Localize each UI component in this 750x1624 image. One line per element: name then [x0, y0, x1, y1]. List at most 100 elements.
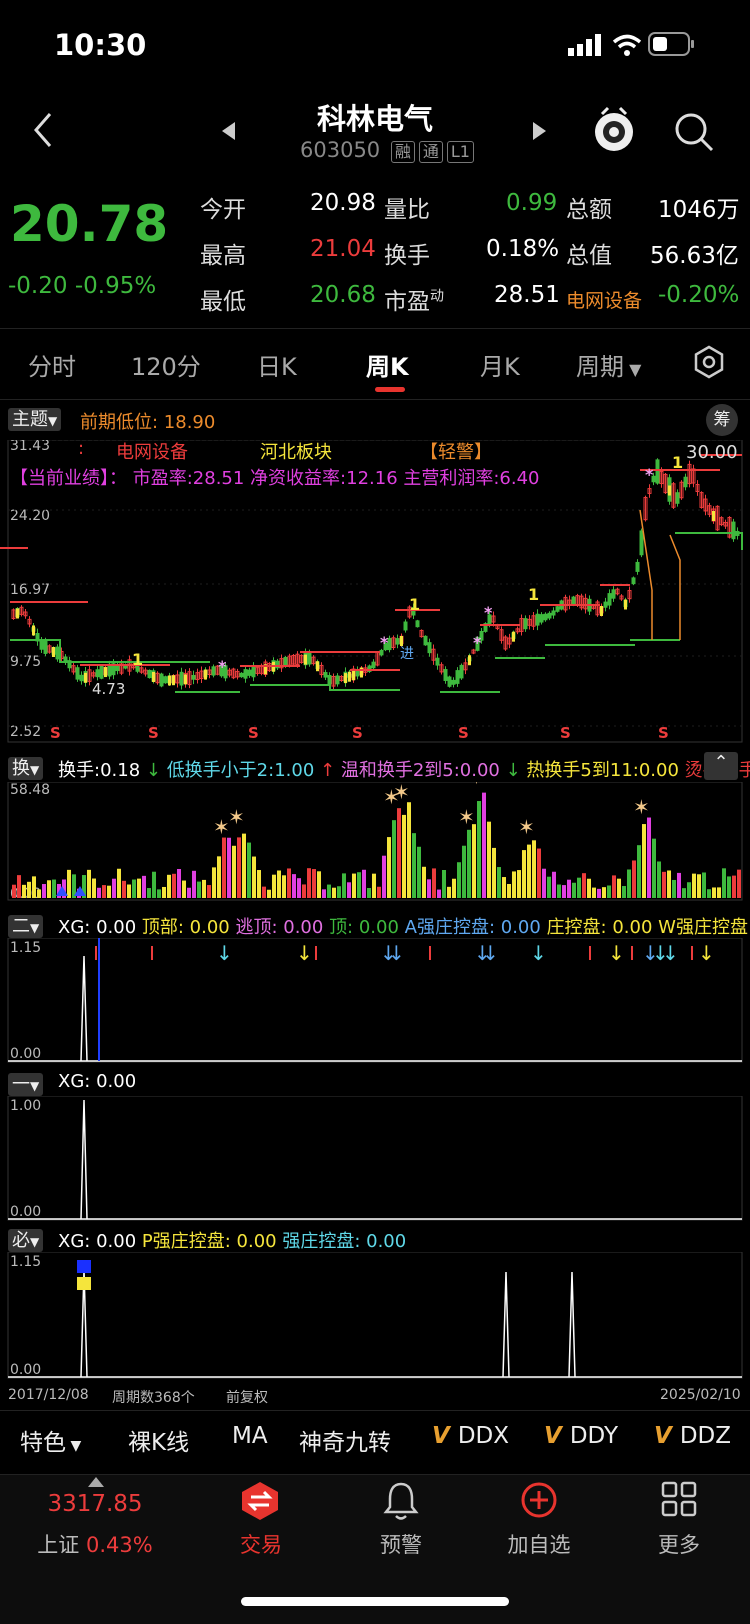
- turnover-selector[interactable]: 换▼: [8, 754, 44, 780]
- candle: [179, 671, 184, 686]
- tab-weekly[interactable]: 周K: [366, 347, 409, 382]
- kline-chart[interactable]: 31.4324.2016.979.752.521111** ***进30.004.…: [0, 440, 750, 745]
- quote-low-label: 最低: [200, 289, 246, 315]
- clock: 10:30: [54, 28, 147, 62]
- turnover-bar: [112, 878, 116, 898]
- candle: [387, 637, 392, 651]
- turnover-bar: [697, 874, 701, 898]
- quote-sector-label[interactable]: 电网设备: [566, 286, 642, 313]
- turnover-bar: [87, 869, 91, 898]
- theme-selector[interactable]: 主题▼: [8, 405, 62, 431]
- turnover-bar: [282, 875, 286, 898]
- tab-daily[interactable]: 日K: [257, 347, 297, 382]
- status-bar: 10:30: [0, 0, 750, 90]
- turnover-bar: [647, 817, 651, 898]
- ma-tool[interactable]: MA: [232, 1423, 268, 1449]
- signal-bar: [84, 672, 87, 683]
- trade-icon: [242, 1482, 278, 1520]
- tab-intraday[interactable]: 分时: [28, 347, 76, 382]
- signal-spike: [568, 1271, 576, 1378]
- level-tag: L1: [446, 141, 474, 163]
- ddz-tool[interactable]: V DDZ: [654, 1423, 731, 1449]
- signal-spike: [80, 1099, 88, 1220]
- turnover-bar: [197, 881, 201, 898]
- candle: [655, 459, 660, 484]
- legend-item: W强庄控盘: [658, 917, 748, 938]
- indicator4-selector[interactable]: 必▼: [8, 1226, 44, 1252]
- turnover-bar: [337, 886, 341, 898]
- indicator2-selector[interactable]: 二▼: [8, 912, 44, 938]
- star-mark: *: [380, 633, 389, 652]
- tab-120min[interactable]: 120分: [131, 347, 201, 382]
- indicator4-chart[interactable]: 1.15 0.00: [0, 1252, 750, 1380]
- signal-bar: [184, 674, 187, 685]
- support-resistance-line: [250, 684, 400, 691]
- candle: [323, 672, 328, 678]
- turnover-bar: [302, 884, 306, 898]
- nine-turn-tool[interactable]: 神奇九转: [299, 1423, 391, 1457]
- quote-vol-ratio-value: 0.99: [506, 190, 558, 216]
- turnover-bar: [397, 808, 401, 898]
- turnover-bar: [497, 867, 501, 898]
- sell-signal-mark: S: [458, 724, 469, 742]
- star-mark: *: [484, 603, 493, 622]
- turnover-bar: [237, 837, 241, 898]
- tab-period[interactable]: 周期 ▼: [576, 347, 641, 382]
- candle: [239, 672, 244, 678]
- signal-bar: [600, 606, 603, 616]
- turnover-bar: [162, 886, 166, 898]
- turnover-bar: [492, 847, 496, 898]
- turnover-bar: [267, 889, 271, 898]
- chip-button[interactable]: 筹: [706, 404, 738, 436]
- collapse-button[interactable]: ⌃: [704, 752, 738, 780]
- turnover-bar: [297, 878, 301, 898]
- max-price-label: 30.00: [686, 442, 738, 463]
- turnover-bar: [507, 884, 511, 898]
- y-tick-label: 58.48: [10, 782, 50, 798]
- turnover-bar: [482, 792, 486, 898]
- turnover-bar: [357, 872, 361, 898]
- candle: [163, 676, 168, 684]
- indicator2-chart[interactable]: 1.150.00↓ ↓ ↓↓ ↓↓ ↓ ↓ ↓↓↓ ↓: [0, 938, 750, 1064]
- bare-kline-tool[interactable]: 裸K线: [128, 1423, 189, 1457]
- candle: [535, 613, 540, 626]
- turnover-bar: [422, 866, 426, 898]
- quote-turnover-label: 换手: [384, 243, 430, 269]
- turnover-bar: [207, 885, 211, 898]
- turnover-bar: [167, 874, 171, 898]
- indicator3-chart[interactable]: 1.00 0.00: [0, 1096, 750, 1222]
- indicator3-legend: XG: 0.00: [58, 1071, 136, 1092]
- candle: [639, 530, 644, 556]
- candle: [555, 606, 560, 612]
- turnover-bar: [362, 869, 366, 898]
- quote-marketcap-label: 总值: [566, 243, 612, 269]
- star-mark: *: [218, 657, 227, 676]
- tab-monthly[interactable]: 月K: [480, 347, 520, 382]
- chevron-down-icon: ▼: [30, 763, 40, 777]
- candle: [191, 674, 196, 680]
- buy-signal-mark: 1: [672, 453, 683, 472]
- candle: [307, 651, 312, 665]
- ddx-tool[interactable]: V DDX: [432, 1423, 509, 1449]
- candle: [247, 669, 252, 676]
- start-date: 2017/12/08: [8, 1387, 89, 1403]
- turnover-bar: [552, 871, 556, 898]
- turnover-bar: [347, 882, 351, 898]
- turnover-bar: [262, 886, 266, 898]
- signal-bar: [400, 636, 403, 646]
- turnover-bar: [532, 840, 536, 898]
- turnover-bar: [642, 824, 646, 898]
- feature-tool[interactable]: 特色 ▼: [20, 1423, 81, 1457]
- turnover-chart[interactable]: 58.480.00✶✶✶✶✶✶✶✶: [0, 782, 750, 902]
- down-arrow-icon: ↓: [662, 941, 679, 965]
- turnover-bar: [292, 874, 296, 898]
- legend-item: 逃顶: 0.00: [235, 917, 330, 938]
- turnover-bar: [487, 821, 491, 898]
- y-tick-label: 0.00: [10, 1204, 41, 1220]
- turnover-bar: [17, 875, 21, 898]
- flame-icon: ✶: [458, 805, 475, 829]
- indicator3-selector[interactable]: 一▼: [8, 1070, 44, 1096]
- settings-hexagon-icon[interactable]: [692, 345, 726, 379]
- stock-name: 科林电气: [316, 102, 433, 136]
- ddy-tool[interactable]: V DDY: [544, 1423, 618, 1449]
